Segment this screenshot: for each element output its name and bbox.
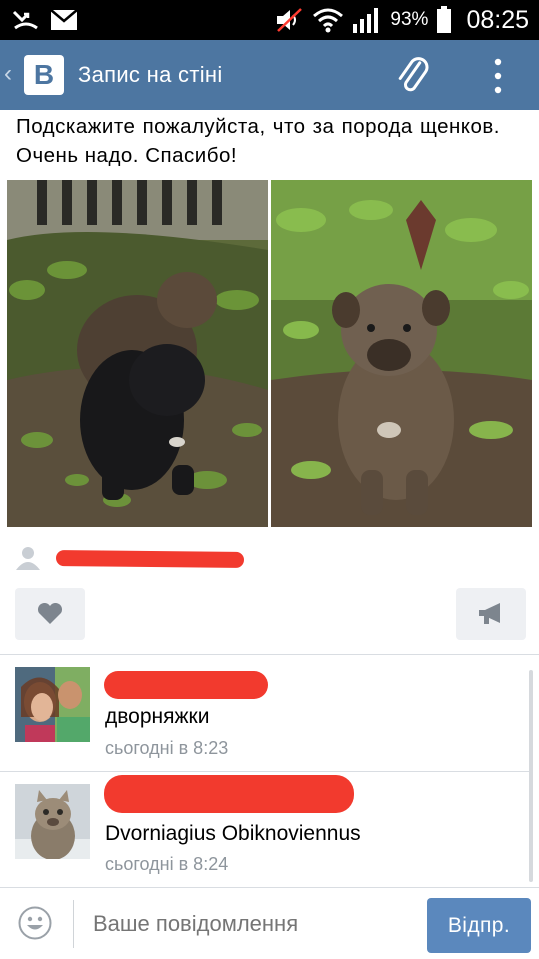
avatar[interactable] (15, 784, 90, 859)
app-header: ‹ B Запис на стіні (0, 40, 539, 110)
vk-logo[interactable]: B (24, 55, 64, 95)
avatar[interactable] (15, 667, 90, 742)
post-text: Подскажите пожалуйста, что за порода щен… (16, 115, 500, 167)
comment-item[interactable]: дворняжки сьогодні в 8:23 (0, 655, 530, 771)
puppies-photo-1[interactable] (7, 180, 268, 527)
battery-percent: 93% (390, 9, 429, 30)
scrollbar[interactable] (529, 670, 533, 882)
back-chevron-icon[interactable]: ‹ (4, 60, 12, 88)
like-button[interactable] (15, 588, 85, 640)
comment-time: сьогодні в 8:24 (105, 854, 229, 874)
clock: 08:25 (466, 5, 529, 34)
send-button[interactable]: Відпр. (427, 898, 531, 953)
comment-item[interactable]: Dvorniagius Obiknoviennus сьогодні в 8:2… (0, 772, 530, 888)
user-icon (16, 547, 40, 570)
battery-icon (437, 6, 452, 33)
wifi-icon (313, 8, 344, 33)
emoji-icon[interactable] (18, 906, 52, 940)
heart-icon (37, 603, 63, 624)
message-composer: Відпр. (0, 887, 539, 959)
more-vertical-icon[interactable] (488, 56, 508, 96)
redacted-commenter-name (104, 671, 268, 699)
comment-text: дворняжки (105, 705, 210, 728)
redacted-commenter-name (104, 775, 354, 813)
megaphone-icon (479, 603, 500, 624)
status-bar: 93% 08:25 (0, 0, 539, 40)
message-input[interactable] (93, 911, 413, 937)
mute-icon (277, 8, 303, 32)
signal-icon (353, 8, 379, 33)
puppy-photo-2[interactable] (271, 180, 532, 527)
share-button[interactable] (456, 588, 526, 640)
comment-time: сьогодні в 8:23 (105, 738, 229, 758)
post-author[interactable] (16, 546, 316, 572)
mail-icon (50, 9, 78, 30)
comment-text: Dvorniagius Obiknoviennus (105, 822, 361, 845)
page-title: Запис на стіні (78, 62, 223, 87)
paperclip-icon[interactable] (392, 54, 436, 98)
missed-call-icon (12, 10, 38, 30)
redacted-author-name (55, 550, 245, 568)
composer-divider (73, 900, 74, 948)
